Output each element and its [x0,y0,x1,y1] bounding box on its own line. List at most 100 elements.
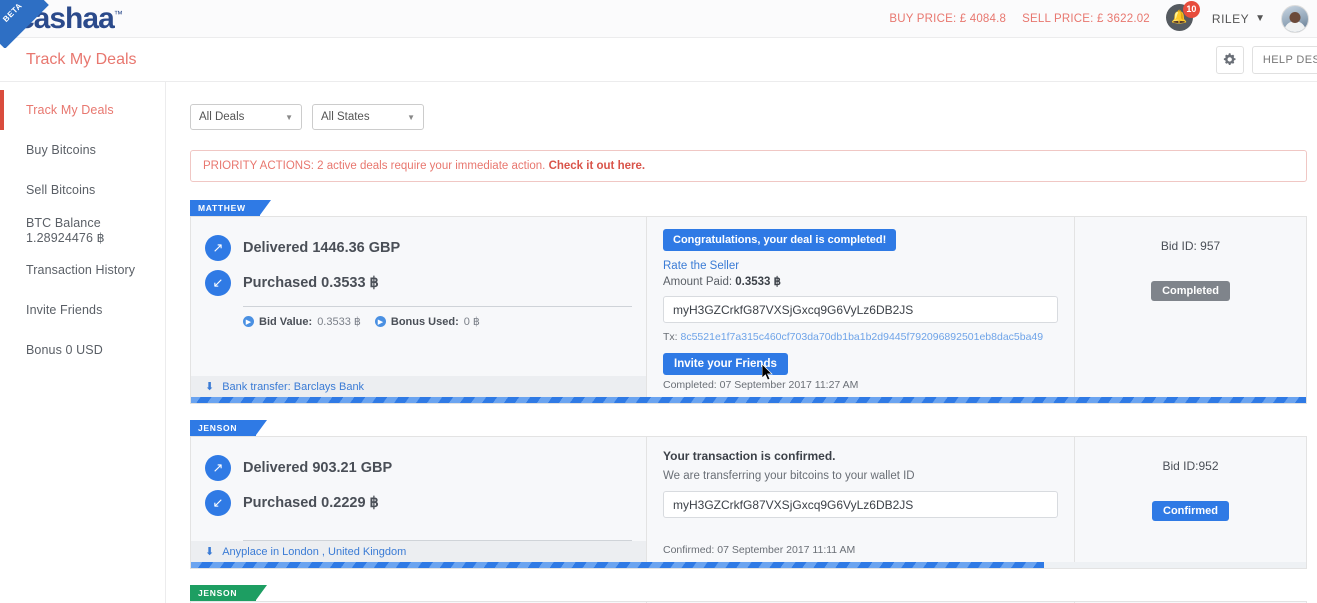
download-icon: ⬇ [205,381,215,393]
settings-button[interactable] [1215,45,1244,74]
sidebar-item-label: Track My Deals [26,103,114,117]
tx-label: Tx: [663,331,681,343]
deal-payment-method[interactable]: ⬇ Bank transfer: Barclays Bank [191,376,646,397]
bid-id-label: Bid ID:952 [1162,459,1219,473]
states-filter-value: All States [321,111,370,123]
deal-progress-bar [191,562,1044,568]
sidebar-item-label: Transaction History [26,263,136,277]
deal-state-column: Bid ID:952 Confirmed [1074,437,1306,568]
status-badge: Confirmed [1152,501,1229,521]
deal-card-956: JENSON ↗ Bid ID: 956 [190,583,1307,603]
deal-name-tag: MATTHEW [190,200,271,216]
deal-timestamp: Confirmed: 07 September 2017 11:11 AM [663,544,856,556]
delivered-amount: Delivered 903.21 GBP [243,460,393,476]
alert-text: PRIORITY ACTIONS: 2 active deals require… [203,160,549,172]
chevron-right-icon: ▶ [374,316,386,327]
purchased-amount: Purchased 0.2229 ฿ [243,495,379,511]
deal-timestamp: Completed: 07 September 2017 11:27 AM [663,379,859,391]
deal-status-column: Your transaction is confirmed. We are tr… [646,437,1074,568]
amount-paid-value: 0.3533 ฿ [735,276,781,288]
payment-method-label: Bank transfer: Barclays Bank [222,380,365,393]
sidebar-item-buy-bitcoins[interactable]: Buy Bitcoins [0,130,165,170]
main-content: All Deals ▼ All States ▼ PRIORITY ACTION… [166,82,1317,603]
deal-location[interactable]: ⬇ Anyplace in London , United Kingdom [191,541,646,562]
deal-summary-column: ↗ Delivered 903.21 GBP ↙ Purchased 0.222… [191,437,646,568]
deal-status-column: Congratulations, your deal is completed!… [646,217,1074,403]
arrow-up-right-icon: ↗ [205,455,231,481]
deal-card-body: ↗ Delivered 1446.36 GBP ↙ Purchased 0.35… [190,216,1307,404]
tx-hash[interactable]: 8c5521e1f7a315c460cf703da70db1ba1b2d9445… [681,331,1044,343]
arrow-down-left-icon: ↙ [205,490,231,516]
deal-name-tag-label: JENSON [198,423,238,433]
top-header-bar: BETA cashaa™ BUY PRICE: £ 4084.8 SELL PR… [0,0,1317,48]
sidebar-item-label: Invite Friends [26,303,103,317]
sidebar: Track My Deals Buy Bitcoins Sell Bitcoin… [0,82,166,603]
sell-price: SELL PRICE: £ 3622.02 [1022,12,1150,25]
deal-name-tag-label: MATTHEW [198,203,246,213]
sidebar-item-bonus[interactable]: Bonus 0 USD [0,330,165,370]
transaction-confirmed-title: Your transaction is confirmed. [663,449,836,463]
bonus-used-label: Bonus Used: [390,315,459,328]
download-icon: ⬇ [205,546,215,558]
sidebar-item-label: BTC Balance 1.28924476 ฿ [26,215,105,245]
divider [243,306,632,307]
deal-state-column: Bid ID: 957 Completed [1074,217,1306,403]
username-label[interactable]: RILEY [1212,12,1249,26]
transaction-confirmed-subtitle: We are transferring your bitcoins to you… [663,470,915,482]
invite-your-friends-button[interactable]: Invite your Friends [663,353,788,375]
delivered-row: ↗ Delivered 1446.36 GBP [205,235,632,261]
titlebar-actions: HELP DESK [1215,45,1317,74]
sidebar-item-label: Bonus 0 USD [26,343,103,357]
deal-name-tag-label: JENSON [198,588,238,598]
transaction-hash-row: Tx: 8c5521e1f7a315c460cf703da70db1ba1b2d… [663,331,1058,343]
amount-paid-row: Amount Paid: 0.3533 ฿ [663,274,1058,288]
header-right-group: BUY PRICE: £ 4084.8 SELL PRICE: £ 3622.0… [889,0,1317,34]
avatar[interactable] [1281,4,1309,33]
rate-the-seller-link[interactable]: Rate the Seller [663,260,1058,272]
status-badge: Completed [1151,281,1230,301]
sidebar-item-sell-bitcoins[interactable]: Sell Bitcoins [0,170,165,210]
purchased-row: ↙ Purchased 0.3533 ฿ [205,270,632,296]
wallet-id-input[interactable] [663,491,1058,518]
states-filter-select[interactable]: All States ▼ [312,104,424,130]
sidebar-item-track-my-deals[interactable]: Track My Deals [0,90,165,130]
filter-row: All Deals ▼ All States ▼ [190,104,1307,130]
page-title: Track My Deals [26,50,137,68]
help-desk-button[interactable]: HELP DESK [1251,45,1317,74]
arrow-up-right-icon: ↗ [205,235,231,261]
location-label: Anyplace in London , United Kingdom [222,545,407,558]
priority-actions-alert: PRIORITY ACTIONS: 2 active deals require… [190,150,1307,182]
purchased-amount: Purchased 0.3533 ฿ [243,275,379,291]
alert-link[interactable]: Check it out here. [549,160,646,172]
deal-name-tag: JENSON [190,585,267,601]
beta-ribbon: BETA [0,0,52,48]
deals-filter-select[interactable]: All Deals ▼ [190,104,302,130]
deal-meta-row: ▶ Bid Value: 0.3533 ฿ ▶ Bonus Used: 0 ฿ [205,315,632,328]
logo-trademark: ™ [113,8,123,19]
deals-filter-value: All Deals [199,111,245,123]
delivered-row: ↗ Delivered 903.21 GBP [205,455,632,481]
arrow-down-left-icon: ↙ [205,270,231,296]
bid-id-label: Bid ID: 957 [1160,239,1221,253]
help-desk-label: HELP DESK [1262,53,1317,66]
gear-icon [1224,53,1236,65]
deal-card-952: JENSON ↗ Delivered 903.21 GBP ↙ Purchase… [190,418,1307,569]
body-wrapper: Track My Deals Buy Bitcoins Sell Bitcoin… [0,82,1317,603]
deal-name-tag: JENSON [190,420,267,436]
deal-summary-column: ↗ Delivered 1446.36 GBP ↙ Purchased 0.35… [191,217,646,403]
sidebar-item-label: Buy Bitcoins [26,143,96,157]
bonus-used-value: 0 ฿ [463,316,480,328]
chevron-right-icon: ▶ [243,316,254,327]
notification-badge: 10 [1182,0,1200,18]
deal-completed-banner: Congratulations, your deal is completed! [663,229,897,251]
sidebar-item-transaction-history[interactable]: Transaction History [0,250,165,290]
notifications-button[interactable]: 🔔 10 [1165,0,1200,34]
sidebar-item-btc-balance[interactable]: BTC Balance 1.28924476 ฿ [0,210,165,250]
sidebar-item-invite-friends[interactable]: Invite Friends [0,290,165,330]
deal-progress-bar [191,397,1306,403]
page-title-bar: Track My Deals HELP DESK [0,38,1317,82]
chevron-down-icon[interactable]: ▼ [1255,13,1265,24]
sidebar-item-label: Sell Bitcoins [26,183,96,197]
bid-value-label: Bid Value: [259,315,313,328]
wallet-id-input[interactable] [663,296,1058,323]
